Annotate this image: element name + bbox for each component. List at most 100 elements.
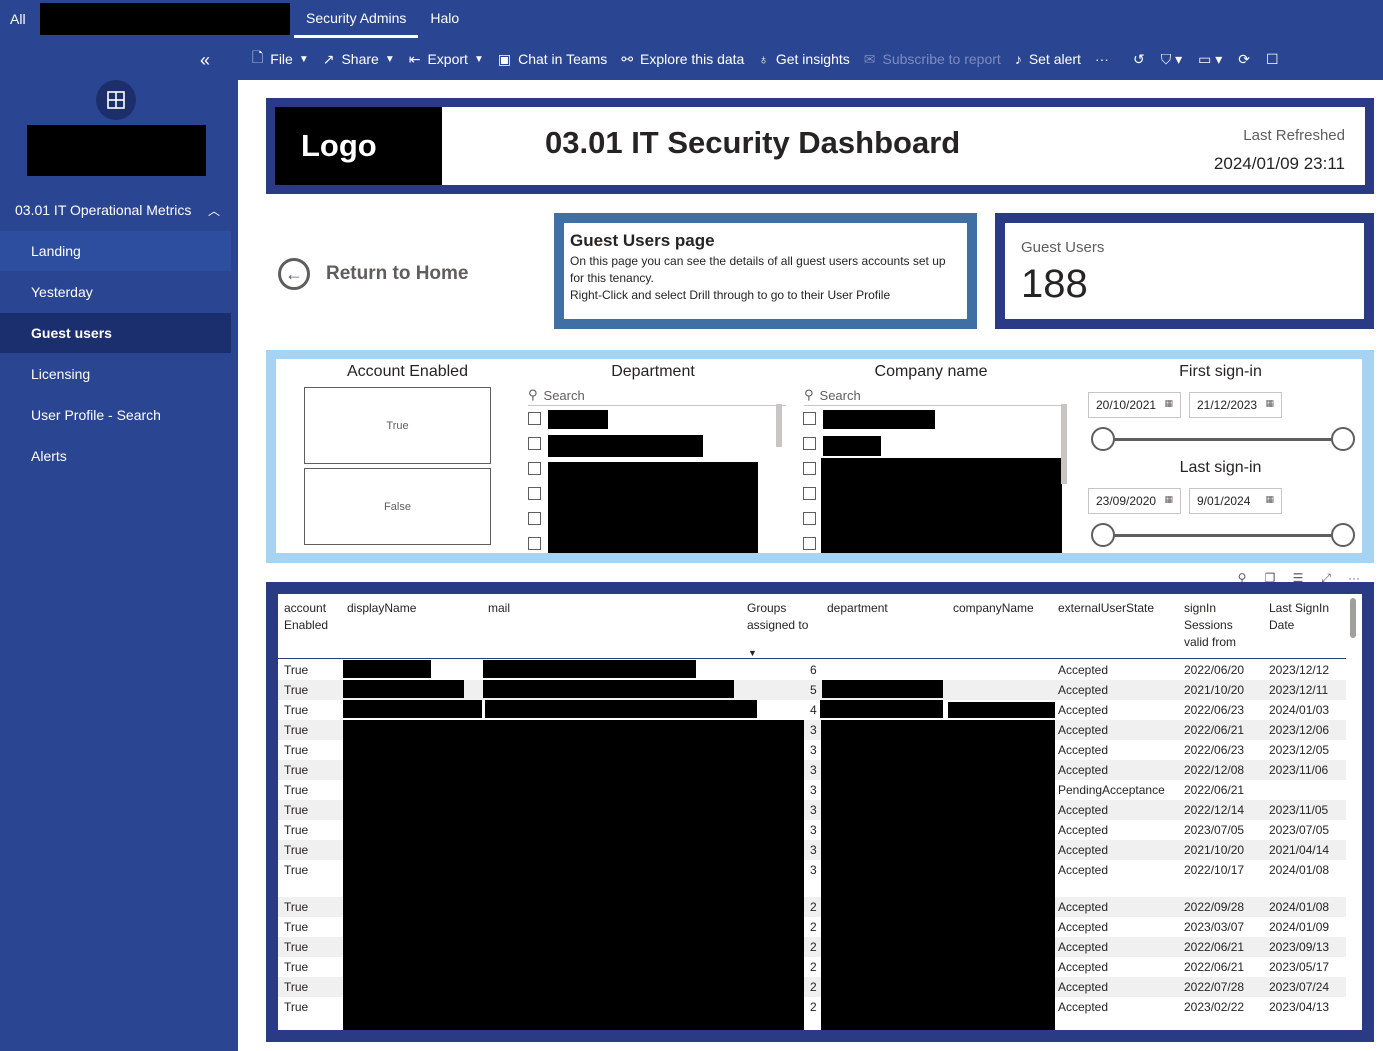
- page-info-card: Guest Users page On this page you can se…: [554, 213, 977, 329]
- department-checkbox[interactable]: [528, 512, 541, 525]
- redacted-area: [40, 3, 290, 35]
- company-checkbox[interactable]: [803, 537, 816, 550]
- export-button[interactable]: ⇤ Export ▼: [409, 51, 484, 68]
- company-checkbox[interactable]: [803, 437, 816, 450]
- binoculars-icon: ⚯: [621, 50, 634, 67]
- guest-users-table: account Enabled displayName mail Groups …: [266, 582, 1374, 1042]
- share-button[interactable]: ↗ Share ▼: [323, 51, 395, 68]
- app-icon: [96, 80, 136, 120]
- cell-external-user-state: Accepted: [1058, 723, 1109, 737]
- cell-groups-assigned: 2: [810, 980, 817, 994]
- account-enabled-true-tile[interactable]: True: [304, 387, 491, 464]
- company-scrollbar[interactable]: [1061, 404, 1067, 484]
- cell-account-enabled: True: [284, 863, 309, 877]
- column-header-mail[interactable]: mail: [488, 600, 510, 617]
- cell-groups-assigned: 3: [810, 843, 817, 857]
- cell-account-enabled: True: [284, 783, 309, 797]
- cell-last-signin-date: 2023/07/05: [1269, 823, 1330, 837]
- cell-account-enabled: True: [284, 960, 309, 974]
- chat-in-teams-button[interactable]: ▣ Chat in Teams: [498, 51, 607, 68]
- redacted-area: [483, 680, 734, 698]
- company-checkbox[interactable]: [803, 512, 816, 525]
- nav-item-landing[interactable]: Landing: [0, 231, 231, 271]
- tab-security-admins[interactable]: Security Admins: [294, 0, 419, 38]
- company-checkbox[interactable]: [803, 412, 816, 425]
- column-header-signin-sessions-valid-from[interactable]: signIn Sessions valid from: [1184, 600, 1254, 651]
- department-checkbox[interactable]: [528, 412, 541, 425]
- table-row[interactable]: True 6 Accepted 2022/06/20 2023/12/12: [278, 660, 1346, 680]
- cell-account-enabled: True: [284, 803, 309, 817]
- subscribe-button[interactable]: ✉ Subscribe to report: [864, 51, 1001, 68]
- sort-descending-icon: ▼: [748, 648, 757, 658]
- cell-external-user-state: Accepted: [1058, 663, 1109, 677]
- calendar-icon: ▦: [1265, 398, 1274, 408]
- column-header-company-name[interactable]: companyName: [953, 600, 1034, 617]
- nav-item-licensing[interactable]: Licensing: [0, 354, 231, 394]
- collapse-nav-icon[interactable]: «: [200, 50, 210, 71]
- last-signin-from-date[interactable]: 23/09/2020 ▦: [1088, 488, 1181, 514]
- cell-signin-valid-from: 2022/06/21: [1184, 940, 1245, 954]
- nav-item-alerts[interactable]: Alerts: [0, 436, 231, 476]
- refresh-icon[interactable]: ⟳: [1238, 51, 1250, 68]
- department-checkbox[interactable]: [528, 437, 541, 450]
- cell-last-signin-date: 2023/12/11: [1269, 683, 1329, 697]
- column-header-groups-assigned[interactable]: Groups assigned to: [747, 600, 822, 634]
- cell-account-enabled: True: [284, 663, 309, 677]
- department-checkbox[interactable]: [528, 462, 541, 475]
- company-checkbox[interactable]: [803, 487, 816, 500]
- last-signin-slider-start[interactable]: [1091, 523, 1115, 547]
- department-search-input[interactable]: ⚲ Search: [528, 387, 786, 406]
- column-header-department[interactable]: department: [827, 600, 888, 617]
- column-header-display-name[interactable]: displayName: [347, 600, 416, 617]
- first-signin-slider-start[interactable]: [1091, 427, 1115, 451]
- all-apps-link[interactable]: All: [0, 11, 36, 27]
- cell-account-enabled: True: [284, 920, 309, 934]
- cell-account-enabled: True: [284, 900, 309, 914]
- search-icon: ⚲: [804, 387, 814, 402]
- bookmark-icon[interactable]: ⛉ ▾: [1161, 51, 1182, 68]
- more-options-button[interactable]: ···: [1095, 51, 1109, 67]
- department-checkbox[interactable]: [528, 487, 541, 500]
- cell-account-enabled: True: [284, 723, 309, 737]
- explore-data-button[interactable]: ⚯ Explore this data: [621, 51, 744, 68]
- view-icon[interactable]: ▭ ▾: [1198, 51, 1222, 68]
- header-banner: Logo 03.01 IT Security Dashboard Last Re…: [266, 98, 1374, 194]
- last-signin-to-date[interactable]: 9/01/2024 ▦: [1189, 488, 1282, 514]
- cell-external-user-state: Accepted: [1058, 920, 1109, 934]
- cell-groups-assigned: 2: [810, 940, 817, 954]
- set-alert-button[interactable]: ♪ Set alert: [1015, 51, 1081, 67]
- first-signin-slider-track: [1104, 438, 1344, 441]
- return-home-button[interactable]: ← Return to Home: [278, 258, 469, 290]
- first-signin-to-date[interactable]: 21/12/2023 ▦: [1189, 392, 1282, 418]
- toolbar: 🗋 File ▼ ↗ Share ▼ ⇤ Export ▼ ▣ Chat in Teams ⚯…: [238, 38, 1383, 80]
- department-scrollbar[interactable]: [776, 404, 782, 447]
- file-menu-button[interactable]: 🗋 File ▼: [252, 47, 309, 71]
- nav-section-header[interactable]: 03.01 IT Operational Metrics ︿: [0, 193, 238, 227]
- account-enabled-false-tile[interactable]: False: [304, 468, 491, 545]
- redacted-area: [343, 660, 431, 678]
- first-signin-slider-end[interactable]: [1331, 427, 1355, 451]
- get-insights-button[interactable]: ♁ Get insights: [758, 51, 849, 67]
- nav-item-guest-users[interactable]: Guest users: [0, 313, 231, 353]
- department-checkbox[interactable]: [528, 537, 541, 550]
- column-header-account-enabled[interactable]: account Enabled: [284, 600, 339, 634]
- nav-item-yesterday[interactable]: Yesterday: [0, 272, 231, 312]
- company-checkbox[interactable]: [803, 462, 816, 475]
- company-search-input[interactable]: ⚲ Search: [804, 387, 1062, 406]
- last-signin-slider-end[interactable]: [1331, 523, 1355, 547]
- cell-groups-assigned: 6: [810, 663, 817, 677]
- comment-icon[interactable]: ☐: [1266, 51, 1279, 68]
- cell-last-signin-date: 2021/04/14: [1269, 843, 1330, 857]
- cell-signin-valid-from: 2022/06/21: [1184, 960, 1245, 974]
- column-header-last-signin-date[interactable]: Last SignIn Date: [1269, 600, 1339, 634]
- reset-icon[interactable]: ↺: [1133, 51, 1145, 68]
- table-scrollbar[interactable]: [1350, 598, 1356, 638]
- cell-groups-assigned: 3: [810, 863, 817, 877]
- cell-last-signin-date: 2024/01/08: [1269, 863, 1330, 877]
- cell-external-user-state: Accepted: [1058, 803, 1109, 817]
- cell-signin-valid-from: 2022/06/23: [1184, 703, 1245, 717]
- first-signin-from-date[interactable]: 20/10/2021 ▦: [1088, 392, 1181, 418]
- nav-item-user-profile-search[interactable]: User Profile - Search: [0, 395, 231, 435]
- tab-halo[interactable]: Halo: [418, 0, 471, 38]
- column-header-external-user-state[interactable]: externalUserState: [1058, 600, 1154, 617]
